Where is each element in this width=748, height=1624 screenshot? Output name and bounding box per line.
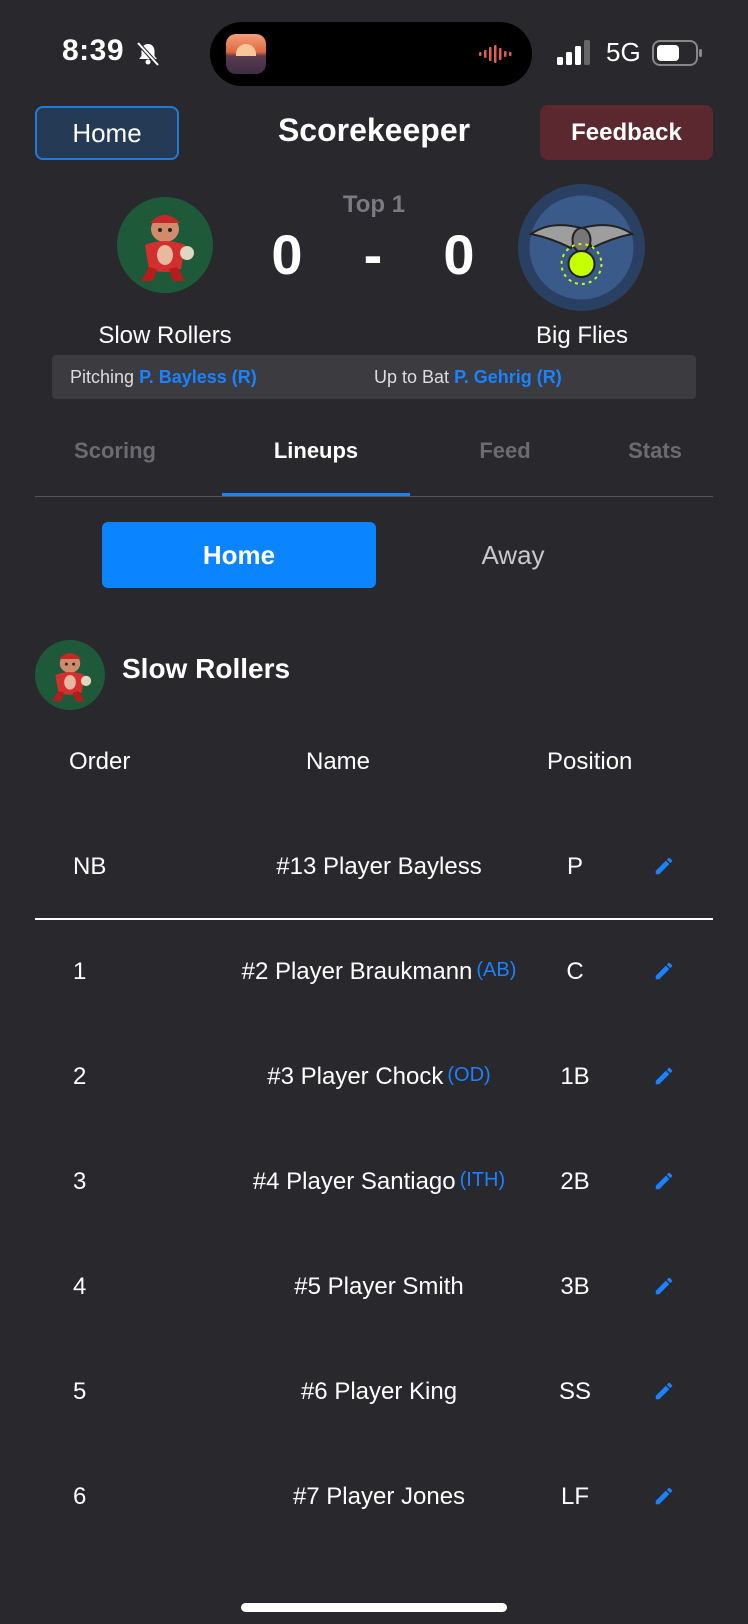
home-team-name: Slow Rollers — [98, 322, 232, 349]
screen: 8:39 5G Home Scorekeeper Feedback Top 1 … — [0, 0, 748, 1624]
battery-icon — [652, 40, 702, 66]
lineup-row: 4 #5 Player Smith 3B — [35, 1273, 713, 1377]
row-order: 3 — [73, 1168, 87, 1195]
status-bar: 8:39 5G — [0, 0, 748, 100]
row-position: 3B — [560, 1273, 590, 1300]
lineup-row: 3 #4 Player Santiago (ITH) 2B — [35, 1168, 713, 1272]
audio-wave-icon — [479, 45, 512, 63]
tab-bar: Scoring Lineups Feed Stats — [35, 420, 713, 497]
non-batter-divider — [35, 918, 713, 920]
column-header-name: Name — [306, 748, 371, 775]
player-name: #7 Player Jones — [292, 1483, 466, 1510]
lineup-row: 1 #2 Player Braukmann (AB) C — [35, 958, 713, 1062]
dynamic-island — [210, 22, 532, 86]
row-player-name: #13 Player Bayless — [155, 853, 603, 881]
batter-link[interactable]: P. Gehrig (R) — [454, 367, 562, 387]
player-tag: (OD) — [447, 1064, 491, 1086]
player-name: #4 Player Santiago — [252, 1168, 456, 1195]
edit-pencil-icon[interactable] — [653, 1275, 675, 1297]
player-name: #6 Player King — [300, 1378, 458, 1405]
edit-pencil-icon[interactable] — [653, 855, 675, 877]
tab-scoring[interactable]: Scoring — [50, 438, 180, 464]
row-position: P — [566, 853, 583, 880]
batter-info: Up to Bat P. Gehrig (R) — [374, 367, 562, 388]
row-position: LF — [560, 1483, 589, 1510]
row-position: 1B — [560, 1063, 590, 1090]
column-header-order: Order — [69, 748, 131, 775]
row-position: C — [566, 958, 584, 985]
row-player-name: #5 Player Smith — [155, 1273, 603, 1301]
tab-stats[interactable]: Stats — [605, 438, 705, 464]
home-score: 0 — [271, 223, 303, 286]
firefly-logo-icon — [519, 185, 644, 310]
segment-away[interactable]: Away — [376, 522, 650, 588]
edit-pencil-icon[interactable] — [653, 1170, 675, 1192]
batting-label: Up to Bat — [374, 367, 450, 387]
network-type: 5G — [606, 37, 641, 67]
row-position: 2B — [560, 1168, 590, 1195]
lineup-row: 2 #3 Player Chock (OD) 1B — [35, 1063, 713, 1167]
edit-pencil-icon[interactable] — [653, 960, 675, 982]
status-time: 8:39 — [62, 34, 125, 67]
feedback-button[interactable]: Feedback — [540, 105, 713, 160]
app-icon — [226, 34, 266, 74]
player-name: #5 Player Smith — [294, 1273, 464, 1300]
player-name: #13 Player Bayless — [276, 853, 482, 880]
pitching-label: Pitching — [70, 367, 135, 387]
row-order: 5 — [73, 1378, 87, 1405]
row-order: 1 — [73, 958, 87, 985]
score-separator: - — [363, 223, 383, 286]
lineup-row: 5 #6 Player King SS — [35, 1378, 713, 1482]
player-tag: (AB) — [476, 959, 517, 981]
lineup-row: NB #13 Player Bayless P — [35, 853, 713, 957]
bell-muted-icon — [136, 41, 160, 67]
row-order: 2 — [73, 1063, 87, 1090]
pitching-info: Pitching P. Bayless (R) — [70, 367, 257, 388]
column-header-position: Position — [547, 748, 633, 775]
row-player-name: #6 Player King — [155, 1378, 603, 1406]
lineup-team-logo — [35, 640, 105, 710]
tab-lineups[interactable]: Lineups — [239, 438, 393, 464]
edit-pencil-icon[interactable] — [653, 1065, 675, 1087]
away-score: 0 — [443, 223, 475, 286]
lineup-team-name: Slow Rollers — [122, 653, 291, 684]
lineup-row: 6 #7 Player Jones LF — [35, 1483, 713, 1587]
row-player-name: #7 Player Jones — [155, 1483, 603, 1511]
home-indicator[interactable] — [241, 1603, 507, 1612]
pitcher-link[interactable]: P. Bayless (R) — [139, 367, 257, 387]
edit-pencil-icon[interactable] — [653, 1380, 675, 1402]
player-name: #3 Player Chock — [267, 1063, 444, 1090]
row-player-name: #3 Player Chock (OD) — [155, 1063, 603, 1091]
player-tag: (ITH) — [459, 1169, 506, 1191]
away-team-name: Big Flies — [535, 322, 629, 349]
player-name: #2 Player Braukmann — [241, 958, 473, 985]
row-order: 4 — [73, 1273, 87, 1300]
tab-feed[interactable]: Feed — [435, 438, 575, 464]
signal-icon — [557, 40, 590, 65]
row-order: NB — [73, 853, 107, 880]
away-team-logo — [518, 184, 645, 311]
edit-pencil-icon[interactable] — [653, 1485, 675, 1507]
segment-home[interactable]: Home — [102, 522, 376, 588]
row-player-name: #4 Player Santiago (ITH) — [155, 1168, 603, 1196]
game-info-bar: Pitching P. Bayless (R) Up to Bat P. Geh… — [52, 355, 696, 399]
row-order: 6 — [73, 1483, 87, 1510]
active-tab-indicator — [222, 493, 410, 496]
row-position: SS — [558, 1378, 591, 1405]
sloth-logo-icon — [36, 641, 104, 709]
row-player-name: #2 Player Braukmann (AB) — [155, 958, 603, 986]
